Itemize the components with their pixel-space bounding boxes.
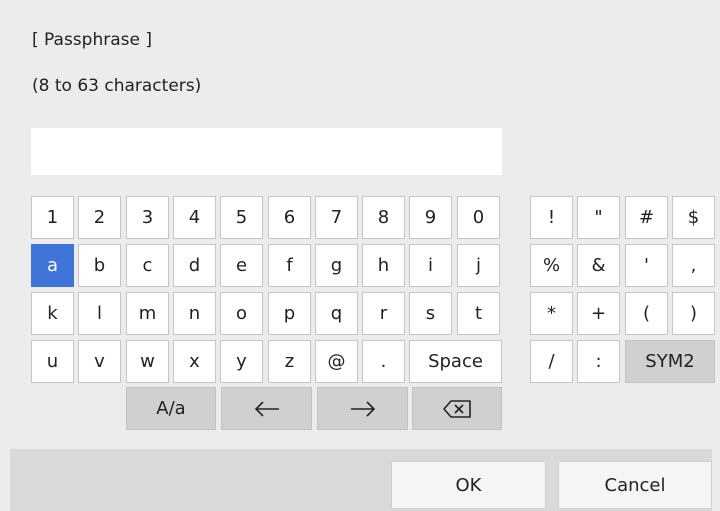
key-i[interactable]: i [409, 244, 452, 287]
key-y[interactable]: y [220, 340, 263, 383]
key-q[interactable]: q [315, 292, 358, 335]
key-z[interactable]: z [268, 340, 311, 383]
backspace-key[interactable] [412, 387, 502, 430]
ok-button-label: OK [455, 474, 482, 496]
case-toggle-key[interactable]: A/a [126, 387, 216, 430]
key-c[interactable]: c [126, 244, 169, 287]
cancel-button-label: Cancel [604, 474, 666, 496]
symbol-key-3-3[interactable]: ( [625, 292, 668, 335]
key-6[interactable]: 6 [268, 196, 311, 239]
key-3[interactable]: 3 [126, 196, 169, 239]
symbol-key-2-4[interactable]: , [672, 244, 715, 287]
symbol-key-2-3[interactable]: ' [625, 244, 668, 287]
backspace-icon [442, 399, 472, 419]
key-b[interactable]: b [78, 244, 121, 287]
key-r[interactable]: r [362, 292, 405, 335]
key-9[interactable]: 9 [409, 196, 452, 239]
left-arrow-icon [254, 400, 280, 417]
key-s[interactable]: s [409, 292, 452, 335]
key-u[interactable]: u [31, 340, 74, 383]
symbol-key-1-2[interactable]: " [577, 196, 620, 239]
key-m[interactable]: m [126, 292, 169, 335]
cursor-left-key[interactable] [221, 387, 312, 430]
sym2-key[interactable]: SYM2 [625, 340, 715, 383]
key-x[interactable]: x [173, 340, 216, 383]
key-e[interactable]: e [220, 244, 263, 287]
key-w[interactable]: w [126, 340, 169, 383]
character-limit-hint: (8 to 63 characters) [32, 76, 202, 96]
key-a[interactable]: a [31, 244, 74, 287]
space-key[interactable]: Space [409, 340, 502, 383]
key-@[interactable]: @ [315, 340, 358, 383]
key-8[interactable]: 8 [362, 196, 405, 239]
key-v[interactable]: v [78, 340, 121, 383]
symbol-key-1-4[interactable]: $ [672, 196, 715, 239]
key-7[interactable]: 7 [315, 196, 358, 239]
dialog-footer: OK Cancel [10, 449, 712, 511]
key-g[interactable]: g [315, 244, 358, 287]
key-k[interactable]: k [31, 292, 74, 335]
key-.[interactable]: . [362, 340, 405, 383]
key-4[interactable]: 4 [173, 196, 216, 239]
key-5[interactable]: 5 [220, 196, 263, 239]
symbol-key-1-3[interactable]: # [625, 196, 668, 239]
key-1[interactable]: 1 [31, 196, 74, 239]
key-0[interactable]: 0 [457, 196, 500, 239]
symbol-key-1-1[interactable]: ! [530, 196, 573, 239]
symbol-key-4-1[interactable]: / [530, 340, 573, 383]
key-t[interactable]: t [457, 292, 500, 335]
key-o[interactable]: o [220, 292, 263, 335]
key-2[interactable]: 2 [78, 196, 121, 239]
key-n[interactable]: n [173, 292, 216, 335]
key-h[interactable]: h [362, 244, 405, 287]
key-j[interactable]: j [457, 244, 500, 287]
right-arrow-icon [350, 400, 376, 417]
symbol-key-2-1[interactable]: % [530, 244, 573, 287]
cursor-right-key[interactable] [317, 387, 408, 430]
symbol-key-3-4[interactable]: ) [672, 292, 715, 335]
key-l[interactable]: l [78, 292, 121, 335]
symbol-key-3-2[interactable]: + [577, 292, 620, 335]
key-p[interactable]: p [268, 292, 311, 335]
key-f[interactable]: f [268, 244, 311, 287]
symbol-key-2-2[interactable]: & [577, 244, 620, 287]
symbol-key-4-2[interactable]: : [577, 340, 620, 383]
ok-button[interactable]: OK [391, 461, 546, 509]
case-toggle-label: A/a [156, 398, 186, 419]
dialog-title: [ Passphrase ] [32, 30, 152, 50]
symbol-key-3-1[interactable]: * [530, 292, 573, 335]
passphrase-input[interactable] [31, 128, 502, 175]
key-d[interactable]: d [173, 244, 216, 287]
cancel-button[interactable]: Cancel [558, 461, 712, 509]
